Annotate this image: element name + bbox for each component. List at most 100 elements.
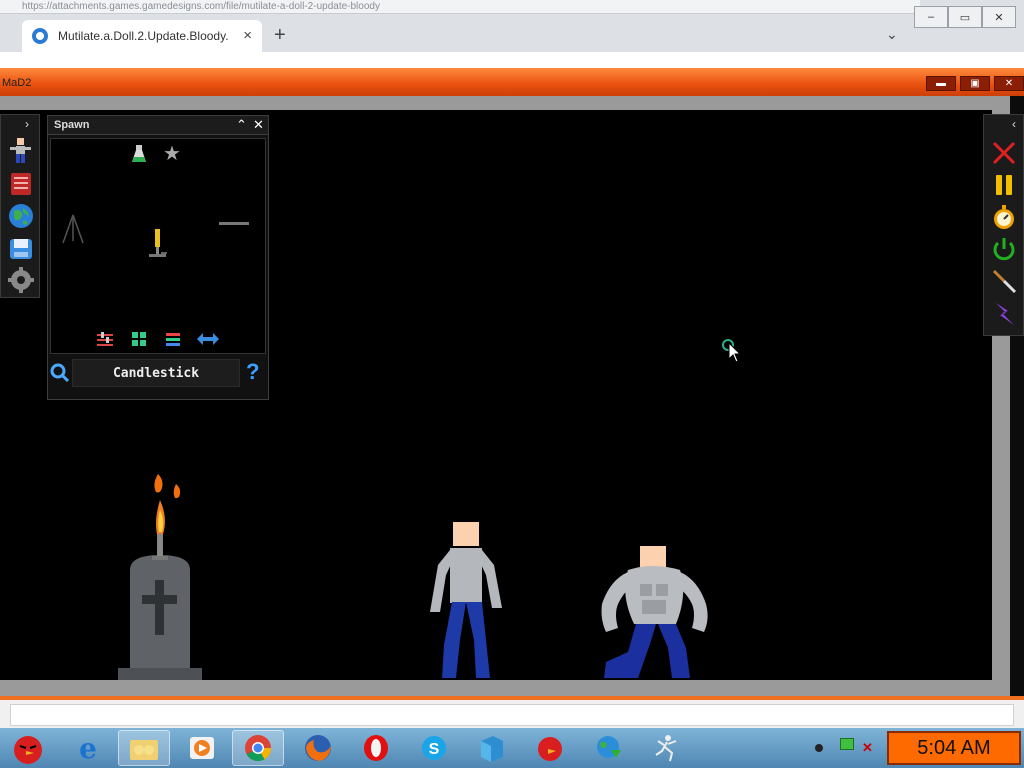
ragdoll-right-leg bbox=[658, 624, 690, 678]
start-button[interactable] bbox=[2, 730, 54, 766]
pause-icon[interactable] bbox=[990, 171, 1018, 199]
spawn-item-tripod[interactable] bbox=[61, 213, 85, 245]
media-player-icon bbox=[190, 737, 214, 759]
svg-text:S: S bbox=[429, 741, 440, 758]
gear-icon[interactable] bbox=[8, 267, 34, 293]
taskbar-3d-box[interactable] bbox=[466, 730, 518, 766]
spawn-panel: Spawn ⌃ ✕ ★ Candlestick ? bbox=[47, 115, 269, 400]
maximize-button[interactable]: ▭ bbox=[948, 6, 982, 28]
spawn-item-chain[interactable] bbox=[219, 221, 249, 227]
tab-title: Mutilate.a.Doll.2.Update.Bloody.I bbox=[58, 29, 228, 43]
sort-icon[interactable] bbox=[97, 331, 113, 347]
ragdoll-left-arm bbox=[430, 550, 452, 612]
browser-tab[interactable]: Mutilate.a.Doll.2.Update.Bloody.I × bbox=[22, 20, 262, 52]
tab-favicon-icon bbox=[32, 28, 48, 44]
taskbar-angry-birds[interactable] bbox=[524, 730, 576, 766]
game-minimize-button[interactable]: ▬ bbox=[926, 76, 956, 91]
fire-particle bbox=[173, 484, 181, 499]
taskbar-clock[interactable]: 5:04 AM bbox=[887, 731, 1021, 765]
ragdoll-standing[interactable] bbox=[420, 520, 510, 680]
browser-window-controls: – ▭ ✕ bbox=[914, 6, 1016, 28]
knife-icon[interactable] bbox=[990, 267, 1018, 295]
spawn-panel-header[interactable]: Spawn ⌃ ✕ bbox=[48, 116, 268, 135]
game-close-button[interactable]: ✕ bbox=[994, 76, 1024, 91]
status-field bbox=[10, 704, 1014, 726]
globe-download-icon bbox=[597, 736, 621, 758]
mouse-cursor-icon bbox=[728, 342, 742, 363]
network-icon[interactable] bbox=[840, 738, 854, 750]
tab-list-chevron-icon[interactable]: ⌄ bbox=[886, 26, 898, 43]
grid-view-icon[interactable] bbox=[131, 331, 147, 347]
ragdoll-right-leg bbox=[466, 602, 490, 678]
internet-explorer-icon: e bbox=[79, 731, 97, 765]
tombstone-cross-horizontal bbox=[142, 595, 177, 604]
opera-icon bbox=[364, 735, 388, 761]
taskbar-media-player[interactable] bbox=[176, 730, 228, 766]
flask-icon[interactable] bbox=[131, 145, 147, 163]
taskbar-skype[interactable]: S bbox=[408, 730, 460, 766]
skype-icon: S bbox=[422, 736, 446, 760]
angry-bird-icon bbox=[538, 737, 562, 761]
ragdoll-left-leg bbox=[442, 602, 466, 678]
spawn-search-row: Candlestick ? bbox=[48, 357, 268, 391]
ragdoll-muscular[interactable] bbox=[598, 544, 712, 680]
power-icon[interactable] bbox=[990, 235, 1018, 263]
search-icon[interactable] bbox=[50, 363, 70, 383]
lightning-icon[interactable] bbox=[990, 299, 1018, 327]
ragdoll-icon[interactable] bbox=[8, 137, 34, 163]
ragdoll-left-leg bbox=[604, 624, 656, 678]
game-maximize-button[interactable]: ▣ bbox=[960, 76, 990, 91]
help-icon[interactable]: ? bbox=[246, 359, 259, 385]
game-window-title: MaD2 bbox=[2, 77, 32, 89]
firefox-icon bbox=[305, 735, 331, 761]
left-toolbar: › bbox=[0, 114, 40, 298]
tombstone-base bbox=[118, 668, 202, 680]
ragdoll-right-arm bbox=[480, 550, 502, 608]
chrome-icon bbox=[245, 735, 272, 762]
address-bar[interactable]: https://attachments.games.gamedesigns.co… bbox=[0, 0, 920, 14]
ragdoll-torso bbox=[450, 548, 482, 603]
new-tab-button[interactable]: + bbox=[274, 24, 286, 47]
taskbar-figure-app[interactable] bbox=[640, 730, 692, 766]
swap-arrows-icon[interactable] bbox=[197, 333, 219, 345]
running-figure-icon bbox=[655, 735, 677, 762]
ragdoll-left-arm bbox=[601, 572, 630, 632]
tab-close-icon[interactable]: × bbox=[243, 27, 252, 44]
angry-bird-start-icon bbox=[14, 736, 42, 764]
taskbar-opera[interactable] bbox=[350, 730, 402, 766]
collapse-icon[interactable]: ⌃ bbox=[236, 117, 247, 133]
minimize-button[interactable]: – bbox=[914, 6, 948, 28]
stopwatch-icon[interactable] bbox=[990, 203, 1018, 231]
dot-icon[interactable] bbox=[815, 744, 823, 752]
ragdoll-head bbox=[453, 522, 479, 546]
taskbar-internet-explorer[interactable]: e bbox=[62, 730, 114, 766]
ragdoll-head bbox=[640, 546, 666, 568]
book-icon[interactable] bbox=[8, 171, 34, 197]
close-icon[interactable]: ✕ bbox=[253, 117, 264, 133]
spawn-search-input[interactable]: Candlestick bbox=[72, 359, 240, 387]
taskbar-chrome[interactable] bbox=[232, 730, 284, 766]
list-view-icon[interactable] bbox=[165, 331, 181, 347]
folder-icon bbox=[130, 740, 158, 760]
star-icon[interactable]: ★ bbox=[163, 141, 181, 166]
ragdoll-muscular-torso bbox=[625, 566, 684, 624]
tombstone-candle-scene[interactable] bbox=[110, 470, 210, 680]
save-icon[interactable] bbox=[8, 236, 34, 262]
volume-muted-icon[interactable]: ✕ bbox=[862, 740, 873, 756]
collapse-arrow-icon[interactable]: ‹ bbox=[1012, 117, 1016, 131]
clear-x-icon[interactable] bbox=[990, 139, 1018, 167]
spawn-item-candlestick[interactable] bbox=[146, 227, 170, 259]
taskbar-globe-app[interactable] bbox=[582, 730, 634, 766]
right-toolbar: ‹ bbox=[983, 114, 1024, 336]
close-button[interactable]: ✕ bbox=[982, 6, 1016, 28]
box-3d-icon bbox=[481, 736, 503, 762]
game-titlebar: MaD2 bbox=[0, 68, 1024, 96]
expand-arrow-icon[interactable]: › bbox=[25, 117, 29, 131]
taskbar-file-explorer[interactable] bbox=[118, 730, 170, 766]
address-text: https://attachments.games.gamedesigns.co… bbox=[22, 1, 380, 12]
taskbar-firefox[interactable] bbox=[292, 730, 344, 766]
game-window-controls: ▬ ▣ ✕ bbox=[926, 76, 1024, 91]
globe-icon[interactable] bbox=[8, 203, 34, 229]
spawn-item-grid: ★ bbox=[50, 138, 266, 354]
browser-window: https://attachments.games.gamedesigns.co… bbox=[0, 0, 1024, 68]
